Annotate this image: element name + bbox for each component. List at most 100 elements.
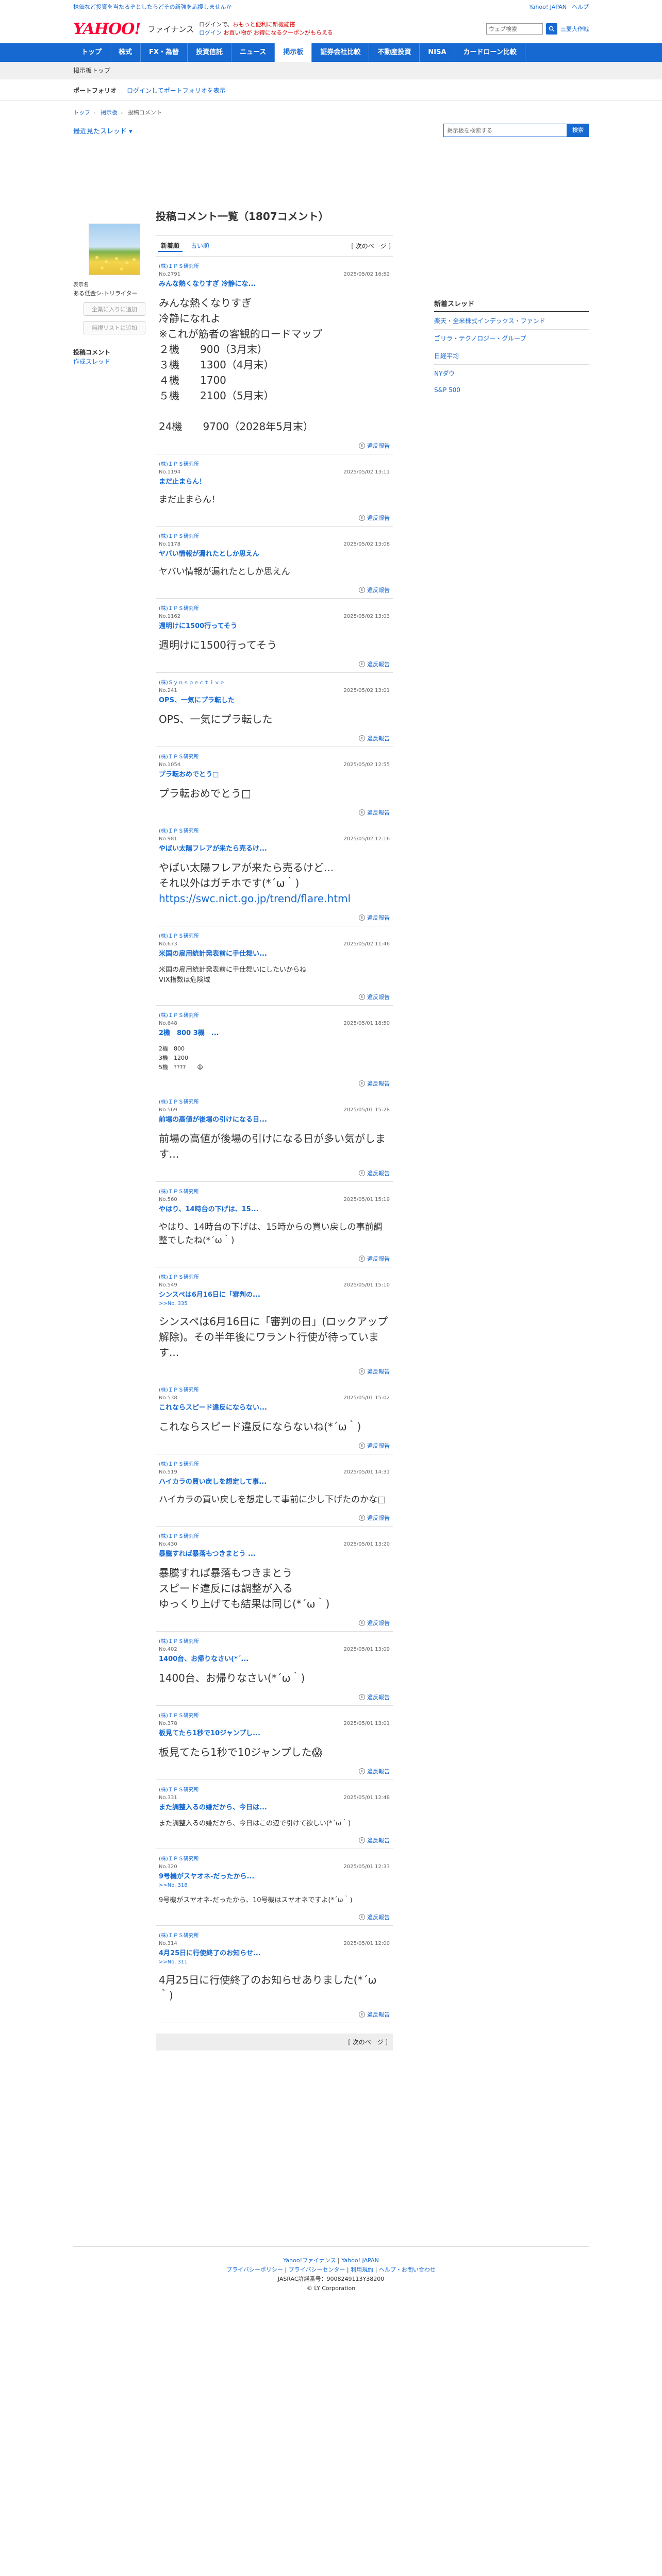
nav-item[interactable]: 不動産投資 [369, 43, 420, 62]
thread-link[interactable]: NYダウ [434, 370, 455, 377]
report-link[interactable]: 違反報告 [159, 1693, 390, 1701]
nav-item[interactable]: ニュース [231, 43, 275, 62]
post-author[interactable]: (株)ＩＰＳ研究所 [159, 1099, 199, 1105]
report-link[interactable]: 違反報告 [159, 1913, 390, 1921]
post-author[interactable]: (株)ＩＰＳ研究所 [159, 1534, 199, 1539]
bottom-next-page-link[interactable]: [ 次のページ ] [348, 2039, 388, 2046]
post-author[interactable]: (株)Ｓｙｎｓｐｅｃｔｉｖｅ [159, 680, 225, 686]
post-title[interactable]: また調整入るの嫌だから、今日は... [159, 1802, 390, 1811]
report-link[interactable]: 違反報告 [159, 442, 390, 450]
footer-privacy-center-link[interactable]: プライバシーセンター [289, 2266, 345, 2273]
footer-help-link[interactable]: ヘルプ・お問い合わせ [379, 2266, 436, 2273]
post-author[interactable]: (株)ＩＰＳ研究所 [159, 754, 199, 760]
thread-link[interactable]: ゴリラ・テクノロジー・グループ [434, 335, 526, 342]
report-link[interactable]: 違反報告 [159, 913, 390, 922]
menu-threads[interactable]: 作成スレッド [73, 358, 110, 365]
add-favorite-button[interactable]: 企業に入りに追加 [84, 302, 145, 316]
post-title[interactable]: 9号機がスヤオネ-だったから... [159, 1871, 390, 1880]
post-author[interactable]: (株)ＩＰＳ研究所 [159, 1462, 199, 1467]
report-link[interactable]: 違反報告 [159, 993, 390, 1001]
report-link[interactable]: 違反報告 [159, 1442, 390, 1450]
post-author[interactable]: (株)ＩＰＳ研究所 [159, 828, 199, 834]
post-author[interactable]: (株)ＩＰＳ研究所 [159, 606, 199, 612]
post-title[interactable]: 前場の高値が後場の引けになる日... [159, 1114, 390, 1124]
report-link[interactable]: 違反報告 [159, 1514, 390, 1522]
post-author[interactable]: (株)ＩＰＳ研究所 [159, 934, 199, 939]
board-search-input[interactable] [443, 124, 567, 137]
mypage-link[interactable]: 三菱大作戦 [560, 25, 589, 33]
nav-item[interactable]: 掲示板 [275, 43, 312, 62]
help-link[interactable]: ヘルプ [572, 0, 589, 14]
report-link[interactable]: 違反報告 [159, 808, 390, 817]
post-title[interactable]: 1400台、お帰りなさい(*´... [159, 1653, 390, 1663]
post-author[interactable]: (株)ＩＰＳ研究所 [159, 1275, 199, 1280]
post-title[interactable]: みんな熱くなりすぎ 冷静にな... [159, 278, 390, 288]
next-page-link[interactable]: [ 次のページ ] [351, 242, 391, 250]
thread-link[interactable]: 日経平均 [434, 352, 459, 360]
nav-item[interactable]: カードローン比較 [455, 43, 525, 62]
report-link[interactable]: 違反報告 [159, 1079, 390, 1088]
post-title[interactable]: まだ止まらん！ [159, 476, 390, 486]
post-author[interactable]: (株)ＩＰＳ研究所 [159, 1189, 199, 1195]
post-author[interactable]: (株)ＩＰＳ研究所 [159, 1713, 199, 1719]
post-title[interactable]: OPS、一気にプラ転した [159, 694, 390, 704]
post-title[interactable]: やはり、14時台の下げは、15... [159, 1204, 390, 1213]
post-author[interactable]: (株)ＩＰＳ研究所 [159, 1933, 199, 1939]
post-title[interactable]: 暴騰すれば暴落もつきまとう ... [159, 1548, 390, 1558]
reply-link[interactable]: >>No. 335 [159, 1301, 390, 1307]
post-title[interactable]: やばい太陽フレアが来たら売るけ... [159, 843, 390, 853]
finance-logo-text[interactable]: ファイナンス [148, 24, 194, 35]
nav-item[interactable]: 証券会社比較 [312, 43, 370, 62]
yahoo-logo[interactable]: YAHOO! [73, 20, 141, 38]
board-search-button[interactable]: 検索 [567, 124, 589, 137]
breadcrumb-board[interactable]: 掲示板 [101, 109, 118, 116]
post-title[interactable]: ヤバい情報が漏れたとしか思えん [159, 548, 390, 558]
announcement-link[interactable]: 株価など投資を当たるぞとしたらどその新強を応援しませんか [73, 0, 231, 14]
post-title[interactable]: 米国の雇用統計発表前に手仕舞い... [159, 948, 390, 958]
post-author[interactable]: (株)ＩＰＳ研究所 [159, 462, 199, 467]
tab-oldest[interactable]: 古い順 [188, 240, 212, 252]
report-link[interactable]: 違反報告 [159, 1169, 390, 1177]
report-link[interactable]: 違反報告 [159, 1255, 390, 1263]
post-title[interactable]: 週明けに1500行ってそう [159, 620, 390, 630]
post-title[interactable]: シンスペは6月16日に「審判の... [159, 1289, 390, 1299]
footer-yahoo-link[interactable]: Yahoo! JAPAN [341, 2257, 379, 2264]
board-top-link[interactable]: 掲示板トップ [73, 67, 110, 74]
reply-link[interactable]: >>No. 318 [159, 1883, 390, 1888]
report-link[interactable]: 違反報告 [159, 2010, 390, 2019]
nav-item[interactable]: NISA [420, 43, 455, 62]
report-link[interactable]: 違反報告 [159, 734, 390, 742]
nav-item[interactable]: FX・為替 [141, 43, 188, 62]
thread-link[interactable]: 楽天・全米株式インデックス・ファンド [434, 317, 545, 325]
web-search-button[interactable] [546, 23, 557, 35]
report-link[interactable]: 違反報告 [159, 514, 390, 522]
login-link[interactable]: ログイン [199, 29, 222, 36]
post-title[interactable]: 4月25日に行使終了のお知らせ... [159, 1947, 390, 1957]
post-title[interactable]: プラ転おめでとう□ [159, 769, 390, 778]
post-author[interactable]: (株)ＩＰＳ研究所 [159, 1787, 199, 1793]
post-title[interactable]: ハイカラの買い戻しを想定して事... [159, 1476, 390, 1486]
tab-newest[interactable]: 新着順 [158, 240, 183, 252]
post-author[interactable]: (株)ＩＰＳ研究所 [159, 1856, 199, 1862]
nav-item[interactable]: 株式 [110, 43, 141, 62]
nav-item[interactable]: 投資信託 [188, 43, 231, 62]
report-link[interactable]: 違反報告 [159, 1367, 390, 1376]
post-author[interactable]: (株)ＩＰＳ研究所 [159, 1639, 199, 1645]
footer-privacy-link[interactable]: プライバシーポリシー [226, 2266, 283, 2273]
yahoo-japan-link[interactable]: Yahoo! JAPAN [529, 0, 567, 14]
footer-finance-link[interactable]: Yahoo!ファイナンス [283, 2257, 336, 2264]
post-author[interactable]: (株)ＩＰＳ研究所 [159, 1013, 199, 1019]
web-search-input[interactable] [486, 23, 543, 35]
post-title[interactable]: 板見てたら1秒で10ジャンプし... [159, 1727, 390, 1737]
post-author[interactable]: (株)ＩＰＳ研究所 [159, 1387, 199, 1393]
breadcrumb-top[interactable]: トップ [73, 109, 90, 116]
post-author[interactable]: (株)ＩＰＳ研究所 [159, 534, 199, 539]
report-link[interactable]: 違反報告 [159, 660, 390, 668]
thread-link[interactable]: S&P 500 [434, 386, 460, 394]
footer-terms-link[interactable]: 利用規約 [351, 2266, 373, 2273]
post-author[interactable]: (株)ＩＰＳ研究所 [159, 264, 199, 269]
nav-item[interactable]: トップ [73, 43, 111, 62]
reply-link[interactable]: >>No. 311 [159, 1959, 390, 1965]
post-title[interactable]: 2機 800 3機 ... [159, 1027, 390, 1037]
report-link[interactable]: 違反報告 [159, 586, 390, 594]
